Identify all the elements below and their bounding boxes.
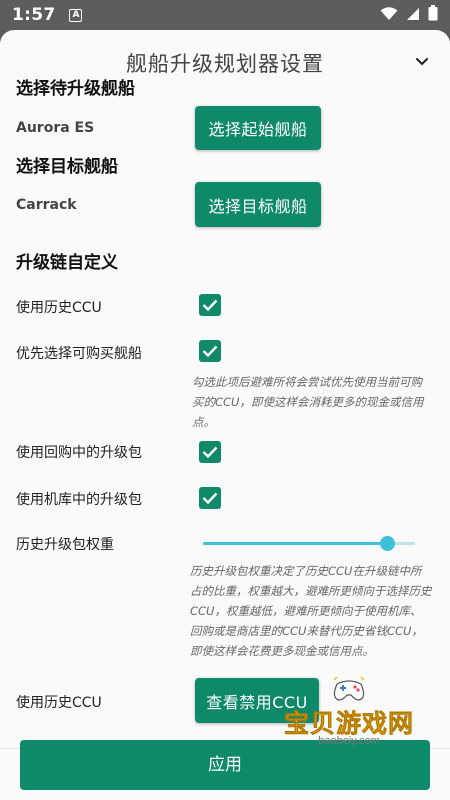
use-buyback-checkbox[interactable] — [199, 441, 221, 463]
target-ship-value: Carrack — [16, 197, 77, 213]
use-hangar-checkbox[interactable] — [199, 487, 221, 509]
start-ship-value: Aurora ES — [16, 120, 95, 136]
prefer-purchasable-note: 勾选此项后避难所将会尝试优先使用当前可购买的CCU，即使这样会消耗更多的现金或信… — [192, 375, 424, 429]
status-time: 1:57 — [12, 5, 56, 25]
gamepad-icon — [333, 676, 365, 701]
check-icon — [202, 492, 218, 504]
watermark-url: baobeiy.com — [318, 735, 380, 747]
check-icon — [202, 299, 218, 311]
chain-heading: 升级链自定义 — [16, 253, 118, 273]
history-weight-label: 历史升级包权重 — [16, 537, 114, 553]
slider-fill — [203, 542, 387, 545]
battery-icon — [428, 5, 438, 25]
use-history-ccu-label: 使用历史CCU — [16, 300, 102, 316]
chevron-down-icon[interactable] — [412, 52, 432, 72]
use-hangar-label: 使用机库中的升级包 — [16, 492, 142, 508]
use-buyback-label: 使用回购中的升级包 — [16, 445, 142, 461]
status-bar: 1:57 A — [0, 0, 450, 30]
banned-ccu-label: 使用历史CCU — [16, 695, 102, 711]
slider-thumb[interactable] — [380, 536, 395, 551]
select-start-ship-button[interactable]: 选择起始舰船 — [195, 106, 321, 150]
use-history-ccu-checkbox[interactable] — [199, 294, 221, 316]
wifi-icon — [380, 6, 398, 25]
history-weight-note: 历史升级包权重决定了历史CCU在升级链中所占的比重，权重越大，避难所更倾向于选择… — [190, 564, 432, 658]
check-icon — [202, 446, 218, 458]
check-icon — [202, 345, 218, 357]
target-ship-heading: 选择目标舰船 — [16, 157, 118, 177]
prefer-purchasable-checkbox[interactable] — [199, 340, 221, 362]
a-notification-icon: A — [69, 8, 83, 22]
history-weight-slider[interactable] — [203, 536, 415, 551]
status-icons — [380, 5, 438, 25]
select-target-ship-button[interactable]: 选择目标舰船 — [195, 182, 321, 227]
watermark: 宝贝游戏网 baobeiy.com — [274, 676, 424, 754]
signal-icon — [406, 6, 420, 25]
start-ship-heading: 选择待升级舰船 — [16, 79, 135, 99]
prefer-purchasable-label: 优先选择可购买舰船 — [16, 346, 142, 362]
